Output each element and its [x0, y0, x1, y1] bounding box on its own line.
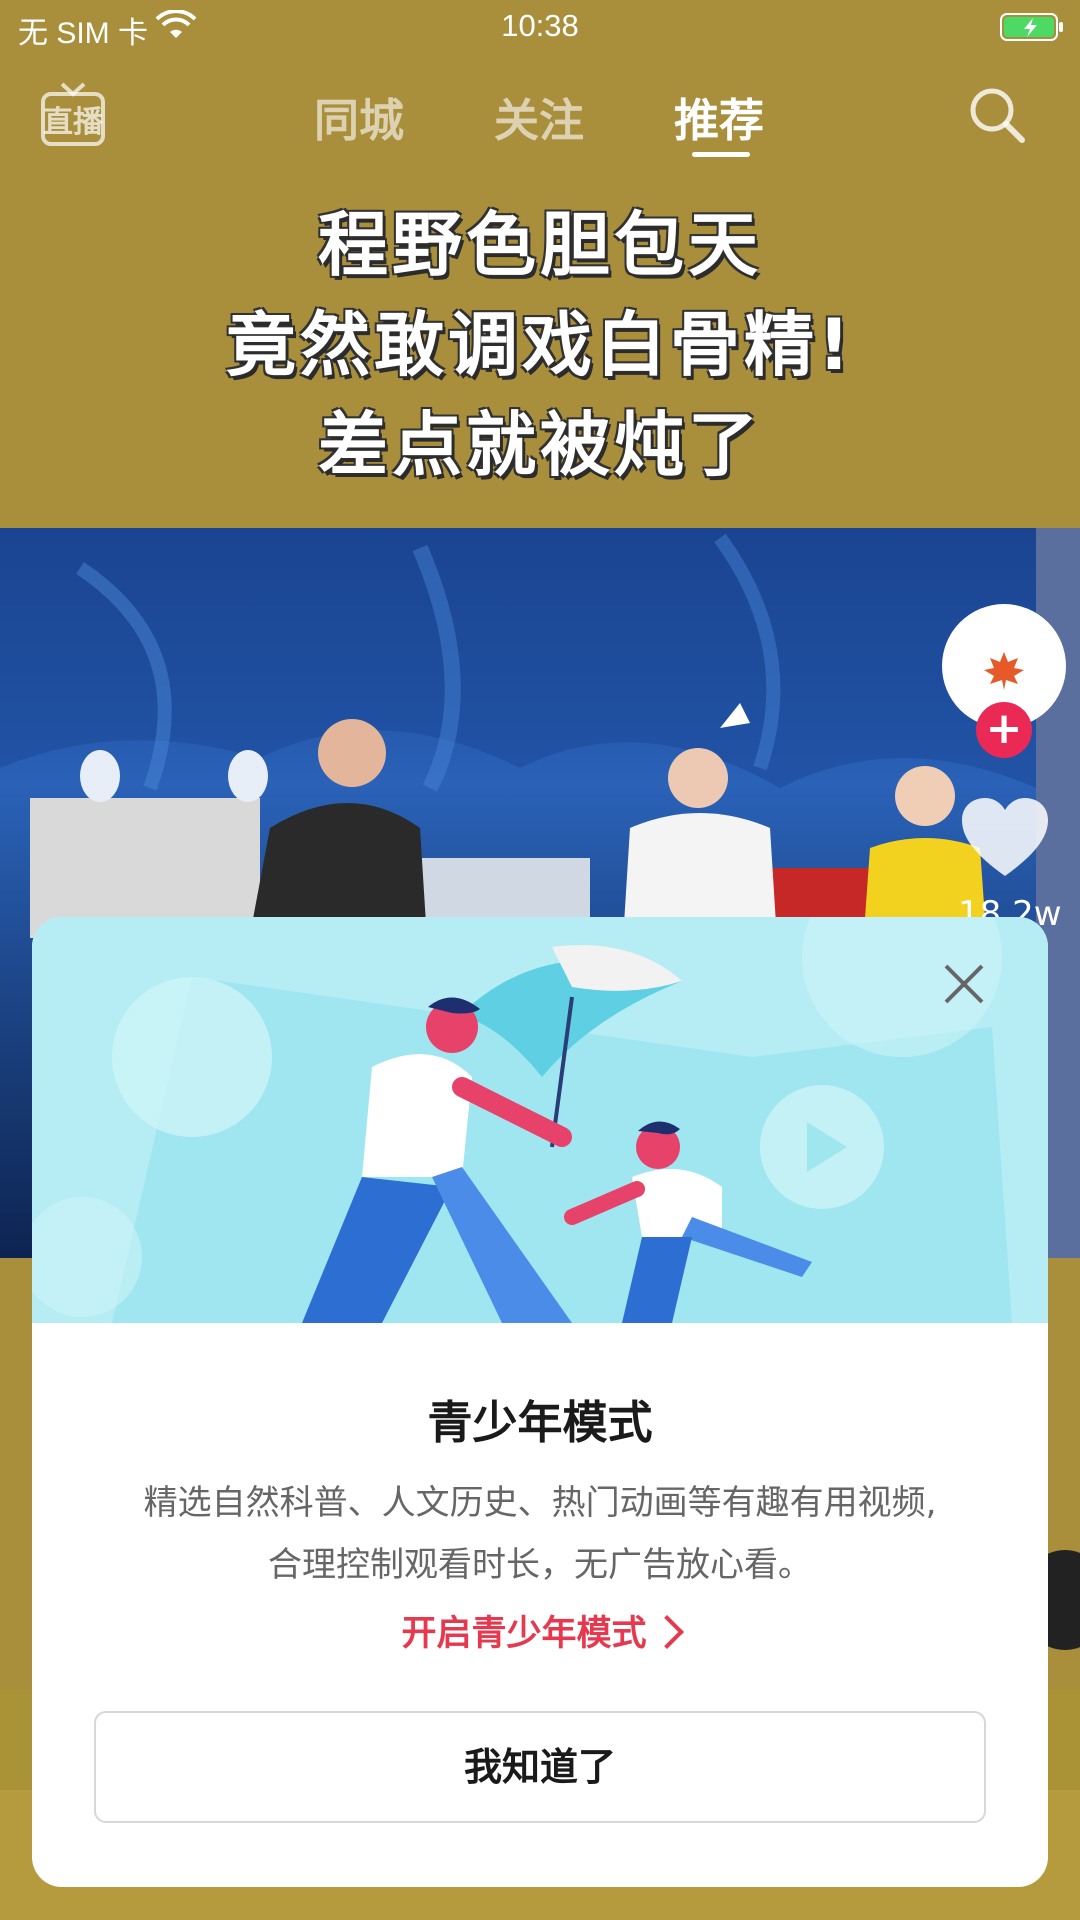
dialog-title: 青少年模式 [427, 1396, 653, 1449]
status-bar: 无 SIM 卡 10:38 [0, 0, 1080, 54]
teen-mode-illustration [32, 917, 1048, 1323]
live-tv-icon[interactable]: 直播 [40, 80, 106, 150]
headline-line-2: 竟然敢调戏白骨精! [226, 304, 854, 386]
live-icon-text: 直播 [43, 105, 104, 140]
chevron-right-icon [649, 1615, 684, 1649]
video-headline: 程野色胆包天 竟然敢调戏白骨精! 差点就被炖了 [0, 195, 1080, 495]
tab-nearby[interactable]: 同城 [314, 84, 404, 149]
description-line-2: 合理控制观看时长，无广告放心看。 [268, 1545, 812, 1585]
clock: 10:38 [501, 8, 579, 43]
dismiss-button[interactable]: 我知道了 [94, 1711, 986, 1823]
headline-line-1: 程野色胆包天 [318, 204, 762, 286]
headline-line-3: 差点就被炖了 [318, 404, 762, 486]
parent-child-umbrella-illustration [32, 917, 1048, 1323]
description-line-1: 精选自然科普、人文历史、热门动画等有趣有用视频, [143, 1483, 937, 1523]
heart-icon[interactable] [960, 796, 1050, 880]
close-icon[interactable] [934, 954, 994, 1014]
enable-teen-mode-link[interactable]: 开启青少年模式 [0, 1605, 1080, 1656]
search-icon[interactable] [966, 84, 1028, 146]
tab-following[interactable]: 关注 [494, 84, 584, 149]
follow-button[interactable]: + [976, 702, 1032, 758]
enable-teen-mode-label: 开启青少年模式 [401, 1614, 647, 1654]
active-tab-indicator [692, 152, 750, 157]
tab-recommended[interactable]: 推荐 [674, 84, 764, 149]
dialog-description: 精选自然科普、人文历史、热门动画等有趣有用视频, 合理控制观看时长，无广告放心看… [0, 1472, 1080, 1596]
battery-charging-icon [1000, 13, 1063, 41]
top-navigation: 直播 同城 关注 推荐 [0, 70, 1080, 170]
